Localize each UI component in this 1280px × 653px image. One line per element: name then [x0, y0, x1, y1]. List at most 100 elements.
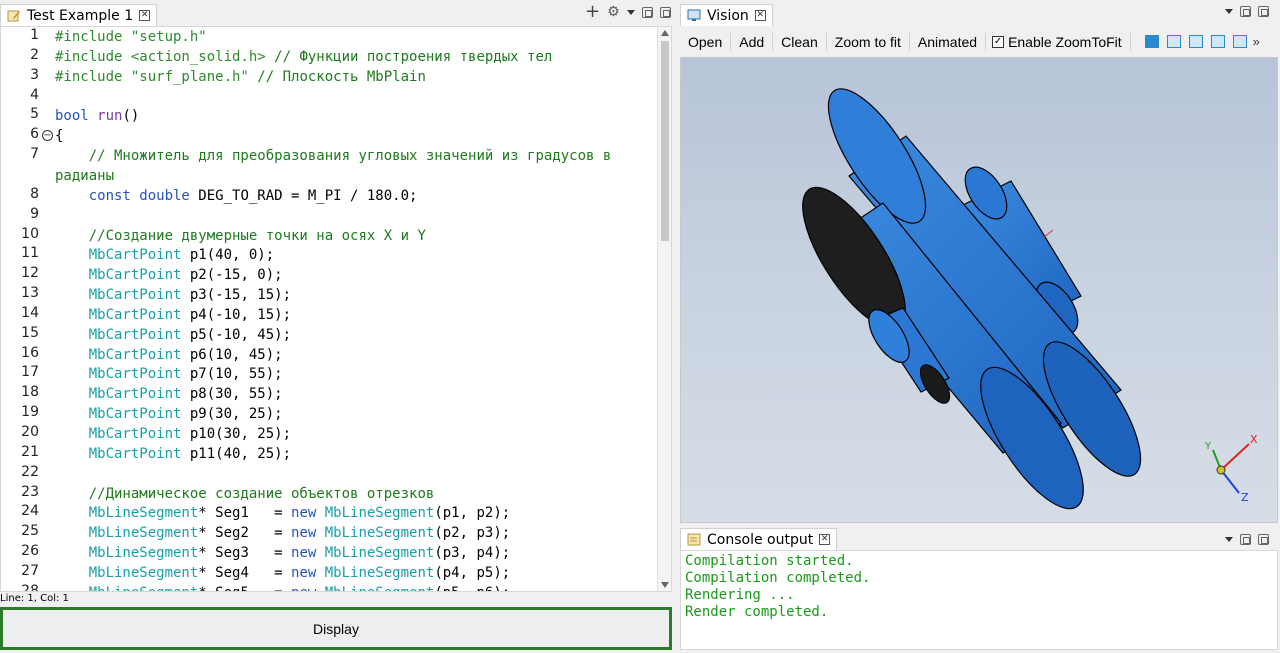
code-line[interactable]: // Множитель для преобразования угловых … [55, 146, 612, 166]
tab-close-icon[interactable]: ✕ [819, 534, 831, 545]
code-token: p1(40, 0); [189, 247, 275, 264]
scroll-down-icon[interactable] [661, 582, 669, 588]
tab-close-icon[interactable]: ✕ [754, 10, 766, 21]
console-tabbar: Console output ✕ [680, 528, 1278, 550]
chevron-down-icon[interactable] [626, 9, 635, 15]
code-line[interactable]: MbCartPoint p11(40, 25); [55, 444, 291, 464]
code-line[interactable]: MbLineSegment* Seg5 = new MbLineSegment(… [55, 583, 510, 591]
enable-zoomtofit-toggle[interactable]: ✓ Enable ZoomToFit [986, 31, 1130, 53]
view-back-icon[interactable] [1232, 35, 1247, 48]
view-top-icon[interactable] [1166, 35, 1181, 48]
code-token: #include "surf_plane.h" [55, 68, 258, 85]
line-number: 15 [21, 324, 39, 341]
code-line[interactable]: MbLineSegment* Seg1 = new MbLineSegment(… [55, 503, 510, 523]
3d-viewport[interactable]: X Y Z [680, 57, 1278, 523]
scroll-up-icon[interactable] [661, 30, 669, 36]
gear-icon[interactable]: ⚙ [607, 5, 620, 19]
enable-zoomtofit-label: Enable ZoomToFit [1008, 33, 1122, 50]
code-token: p7(10, 55); [189, 366, 283, 383]
scrollbar-thumb[interactable] [661, 41, 669, 241]
line-number: 16 [21, 344, 39, 361]
code-line[interactable]: #include <action_solid.h> // Функции пос… [55, 47, 552, 67]
code-editor[interactable]: 1 2 3 4 5 6−7 8 9 10 11 12 13 14 15 16 17 18 19 20 21 22 23 24… [0, 26, 672, 592]
restore-icon[interactable] [1240, 534, 1251, 545]
code-line[interactable]: const double DEG_TO_RAD = M_PI / 180.0; [55, 186, 418, 206]
zoom-to-fit-button[interactable]: Zoom to fit [827, 31, 909, 53]
code-line[interactable]: MbCartPoint p3(-15, 15); [55, 285, 291, 305]
console-line: Compilation started. [685, 553, 854, 569]
editor-scrollbar[interactable] [657, 27, 671, 591]
code-token: (p2, p3); [434, 525, 511, 542]
code-token: { [55, 128, 64, 145]
tab-console-output[interactable]: Console output ✕ [680, 528, 838, 550]
code-token: #include <action_solid.h> [55, 48, 275, 65]
code-line[interactable]: #include "surf_plane.h" // Плоскость MbP… [55, 67, 426, 87]
code-line[interactable]: //Создание двумерные точки на осях X и Y [55, 226, 426, 246]
code-line[interactable]: MbCartPoint p8(30, 55); [55, 384, 283, 404]
code-area[interactable]: #include "setup.h" #include <action_solid… [55, 27, 657, 591]
add-icon[interactable]: + [585, 3, 600, 21]
code-line[interactable]: MbCartPoint p2(-15, 0); [55, 265, 283, 285]
display-button[interactable]: Display [0, 607, 672, 650]
tab-vision[interactable]: Vision ✕ [680, 4, 773, 26]
code-token: p11(40, 25); [189, 445, 292, 462]
code-line[interactable]: MbCartPoint p1(40, 0); [55, 245, 274, 265]
open-button[interactable]: Open [680, 31, 730, 53]
code-line[interactable]: { [55, 126, 63, 146]
animated-button[interactable]: Animated [910, 31, 985, 53]
code-token: DEG_TO_RAD = M_PI / 180.0; [198, 187, 418, 204]
code-token: MbLineSegment [324, 545, 435, 562]
enable-zoomtofit-checkbox[interactable]: ✓ [992, 35, 1005, 48]
separator [1129, 32, 1131, 51]
code-token: MbLineSegment [88, 545, 199, 562]
more-tools-icon[interactable]: » [1253, 34, 1260, 49]
clean-button[interactable]: Clean [773, 31, 826, 53]
fold-toggle-icon[interactable]: − [42, 130, 53, 142]
code-line[interactable]: MbCartPoint p6(10, 45); [55, 345, 283, 365]
code-token: (p5, p6); [434, 585, 510, 591]
code-token: p4(-10, 15); [189, 306, 292, 323]
view-iso-icon[interactable] [1210, 35, 1225, 48]
line-number: 10 [21, 225, 39, 242]
code-line[interactable]: MbLineSegment* Seg4 = new MbLineSegment(… [55, 563, 510, 583]
code-line[interactable]: MbCartPoint p5(-10, 45); [55, 325, 291, 345]
maximize-icon[interactable] [659, 6, 671, 18]
code-line[interactable]: bool run() [55, 106, 139, 126]
chevron-down-icon[interactable] [1225, 9, 1233, 14]
line-number: 20 [21, 424, 39, 440]
axis-triad: X Y Z [1204, 433, 1258, 504]
chevron-down-icon[interactable] [1225, 537, 1233, 542]
code-line[interactable]: радианы [55, 166, 114, 186]
3d-model-render: X Y Z [802, 88, 1258, 510]
console-output[interactable]: Compilation started. Compilation complet… [680, 550, 1278, 650]
code-token: new [291, 545, 325, 562]
code-line[interactable]: MbCartPoint p7(10, 55); [55, 364, 283, 384]
maximize-icon[interactable] [1258, 534, 1269, 545]
code-line[interactable]: MbCartPoint p10(30, 25); [55, 424, 291, 444]
code-token: // Плоскость MbPlain [257, 68, 426, 85]
view-front-icon[interactable] [1144, 35, 1159, 48]
add-button[interactable]: Add [731, 31, 772, 53]
code-line[interactable]: MbLineSegment* Seg2 = new MbLineSegment(… [55, 523, 510, 543]
view-side-icon[interactable] [1188, 35, 1203, 48]
line-number: 13 [21, 285, 39, 302]
tab-close-icon[interactable]: ✕ [139, 10, 151, 21]
maximize-icon[interactable] [1258, 6, 1269, 17]
line-number: 22 [21, 463, 39, 480]
code-line[interactable]: #include "setup.h" [55, 27, 207, 47]
code-line[interactable]: //Динамическое создание объектов отрезко… [55, 484, 435, 504]
code-line[interactable]: MbLineSegment* Seg3 = new MbLineSegment(… [55, 543, 510, 563]
code-token: p3(-15, 15); [189, 287, 292, 304]
code-line[interactable]: MbCartPoint p9(30, 25); [55, 404, 283, 424]
restore-icon[interactable] [641, 6, 653, 18]
code-token: MbCartPoint [88, 366, 190, 383]
restore-icon[interactable] [1240, 6, 1251, 17]
code-line[interactable]: MbCartPoint p4(-10, 15); [55, 305, 291, 325]
tab-test-example[interactable]: Test Example 1 ✕ [0, 4, 158, 26]
code-token: MbCartPoint [88, 267, 190, 284]
